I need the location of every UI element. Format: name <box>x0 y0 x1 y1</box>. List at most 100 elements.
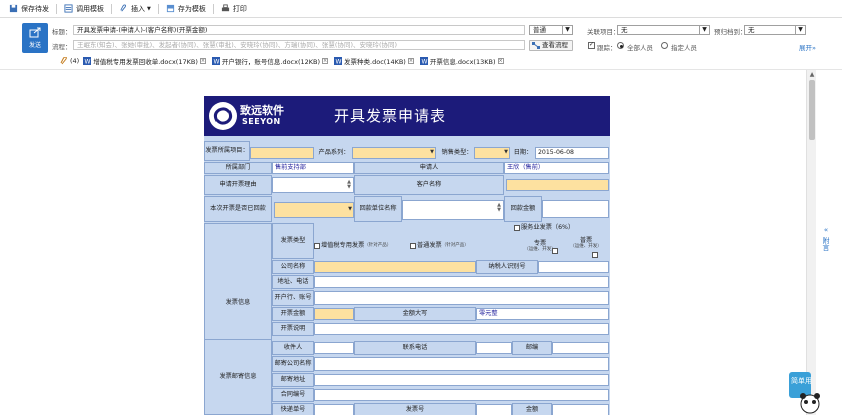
product-series-select[interactable]: ▼ <box>352 147 436 159</box>
flow-input[interactable]: 王岷东(知会)、张她(审批)、发起者(协同)、张慧(审批)、安晓玲(协同)、方瑞… <box>73 40 525 50</box>
panda-mascot-icon[interactable]: 简单用 <box>788 370 820 415</box>
mail-address-input[interactable] <box>314 374 609 386</box>
attachment-item[interactable]: W 增值税专用发票回收单.docx(17KB) × <box>83 56 206 66</box>
address-phone-input[interactable] <box>314 276 609 288</box>
address-phone-label: 地址、电话 <box>272 275 314 289</box>
vat-normal-option[interactable]: 普通发票 （针对产品） <box>410 233 506 259</box>
delete-icon[interactable]: × <box>407 58 414 64</box>
invoice-note-input[interactable] <box>314 323 609 335</box>
vertical-scrollbar[interactable]: ▲ <box>806 70 816 415</box>
customer-input[interactable] <box>506 179 609 191</box>
save-icon <box>9 4 18 13</box>
contract-no-input[interactable] <box>314 389 609 401</box>
attachment-item[interactable]: W 开票信息.docx(13KB) × <box>419 56 504 66</box>
invoice-item-input[interactable] <box>250 147 314 159</box>
all-people-radio[interactable] <box>617 42 624 49</box>
amount-input[interactable] <box>552 404 609 415</box>
svg-text:W: W <box>213 59 219 66</box>
special-option[interactable]: 专票 （运维、开发） <box>516 234 564 258</box>
use-template-label: 调用模板 <box>76 4 104 13</box>
svg-text:W: W <box>421 59 427 66</box>
save-template-button[interactable]: 存为模板 <box>161 2 211 16</box>
svg-text:W: W <box>336 59 342 66</box>
return-amount-input[interactable] <box>542 200 609 218</box>
product-series-label: 产品系列： <box>314 147 354 159</box>
spinner-icon: ▲ ▼ <box>347 179 351 190</box>
save-pending-button[interactable]: 保存待发 <box>4 2 54 16</box>
logo-chinese-text: 致远软件 <box>240 104 284 117</box>
double-chevron-left-icon: « <box>823 226 829 234</box>
bank-account-input[interactable] <box>314 291 609 305</box>
delete-icon[interactable]: × <box>322 58 329 64</box>
send-button[interactable]: 发送 <box>22 23 48 53</box>
expand-link[interactable]: 展开» <box>799 42 816 52</box>
subject-label: 标题： <box>52 28 72 36</box>
view-flow-button[interactable]: 查看流程 <box>529 40 573 51</box>
due-remind-select[interactable]: 无 ▼ <box>744 25 806 35</box>
amount-caps-value[interactable]: 零元整 <box>476 308 609 320</box>
date-input[interactable]: 2015-06-08 <box>535 147 609 159</box>
postcode-label: 邮编 <box>512 341 552 355</box>
company-name-input[interactable] <box>314 261 476 273</box>
svg-text:W: W <box>85 59 91 66</box>
express-no-label: 快递单号 <box>272 403 314 415</box>
subject-input[interactable]: 开具发票申请-(申请人)-(客户名称)(开票金额) <box>73 25 525 35</box>
toolbar: 保存待发 调用模板 插入 ▼ 存为模板 打印 <box>0 0 842 18</box>
contact-phone-input[interactable] <box>476 342 512 354</box>
trace-checkbox[interactable] <box>588 41 595 49</box>
mail-company-input[interactable] <box>314 357 609 371</box>
related-project-select[interactable]: 无 ▼ <box>617 25 710 35</box>
double-chevron-down-icon: » <box>812 44 816 52</box>
paperclip-icon <box>60 57 67 65</box>
vat-special-checkbox[interactable] <box>314 243 320 249</box>
specified-people-radio[interactable] <box>661 42 668 49</box>
invoice-amount-input[interactable] <box>314 308 354 320</box>
delete-icon[interactable]: × <box>497 58 504 64</box>
invoice-no-input[interactable] <box>476 404 512 415</box>
attachment-item[interactable]: W 发票种类.doc(14KB) × <box>334 56 414 66</box>
normal-option[interactable]: 普票 （运维、开发） <box>562 231 610 255</box>
vat-normal-checkbox[interactable] <box>410 243 416 249</box>
scroll-thumb[interactable] <box>809 80 815 140</box>
normal-checkbox[interactable] <box>592 252 598 258</box>
invoice-amount-label: 开票金额 <box>272 307 314 321</box>
attachment-item[interactable]: W 开户银行，账号信息.docx(12KB) × <box>211 56 329 66</box>
applicant-value[interactable]: 王欣（售前） <box>504 162 609 174</box>
template-icon <box>64 4 73 13</box>
payer-textarea[interactable]: ▲ ▼ <box>402 200 504 220</box>
toolbar-divider <box>56 3 57 14</box>
toolbar-divider <box>212 3 214 14</box>
contact-phone-label: 联系电话 <box>354 341 476 355</box>
express-no-input[interactable] <box>314 404 354 415</box>
side-comment-tab[interactable]: « 附言 <box>818 225 834 251</box>
dept-value[interactable]: 售前支持部 <box>272 162 354 174</box>
delete-icon[interactable]: × <box>199 58 206 64</box>
bank-account-label: 开户行、账号 <box>272 290 314 306</box>
form-banner: 致远软件 SEEYON 开具发票申请表 <box>204 96 610 136</box>
reason-textarea[interactable]: ▲ ▼ <box>272 177 354 193</box>
postcode-input[interactable] <box>552 342 609 354</box>
taxpayer-id-input[interactable] <box>538 261 609 273</box>
importance-select[interactable]: 普通 ▼ <box>529 25 573 35</box>
recipient-input[interactable] <box>314 342 354 354</box>
normal-label: 普票 <box>579 236 593 244</box>
attachment-name: 增值税专用发票回收单.docx(17KB) <box>93 58 198 66</box>
invoice-item-label: 发票所属项目： <box>204 141 250 161</box>
is-return-select[interactable]: ▼ <box>274 202 354 218</box>
use-template-button[interactable]: 调用模板 <box>59 2 109 16</box>
chevron-down-icon: ▼ <box>795 26 805 34</box>
dept-label: 所属部门 <box>204 162 272 174</box>
service-invoice-checkbox[interactable] <box>514 225 520 231</box>
print-button[interactable]: 打印 <box>216 2 252 16</box>
normal-note: （运维、开发） <box>570 243 602 249</box>
printer-icon <box>221 4 229 12</box>
scroll-up-icon[interactable]: ▲ <box>807 70 817 80</box>
sales-type-select[interactable]: ▼ <box>474 147 510 159</box>
form-title: 开具发票申请表 <box>334 107 447 125</box>
send-icon <box>29 27 41 38</box>
is-return-label: 本次开票是否已回款 <box>204 196 272 222</box>
customer-label: 客户名称 <box>354 175 504 195</box>
special-checkbox[interactable] <box>552 248 558 254</box>
insert-button[interactable]: 插入 ▼ <box>114 2 156 16</box>
vat-special-option[interactable]: 增值税专用发票 （针对产品） <box>314 233 410 259</box>
